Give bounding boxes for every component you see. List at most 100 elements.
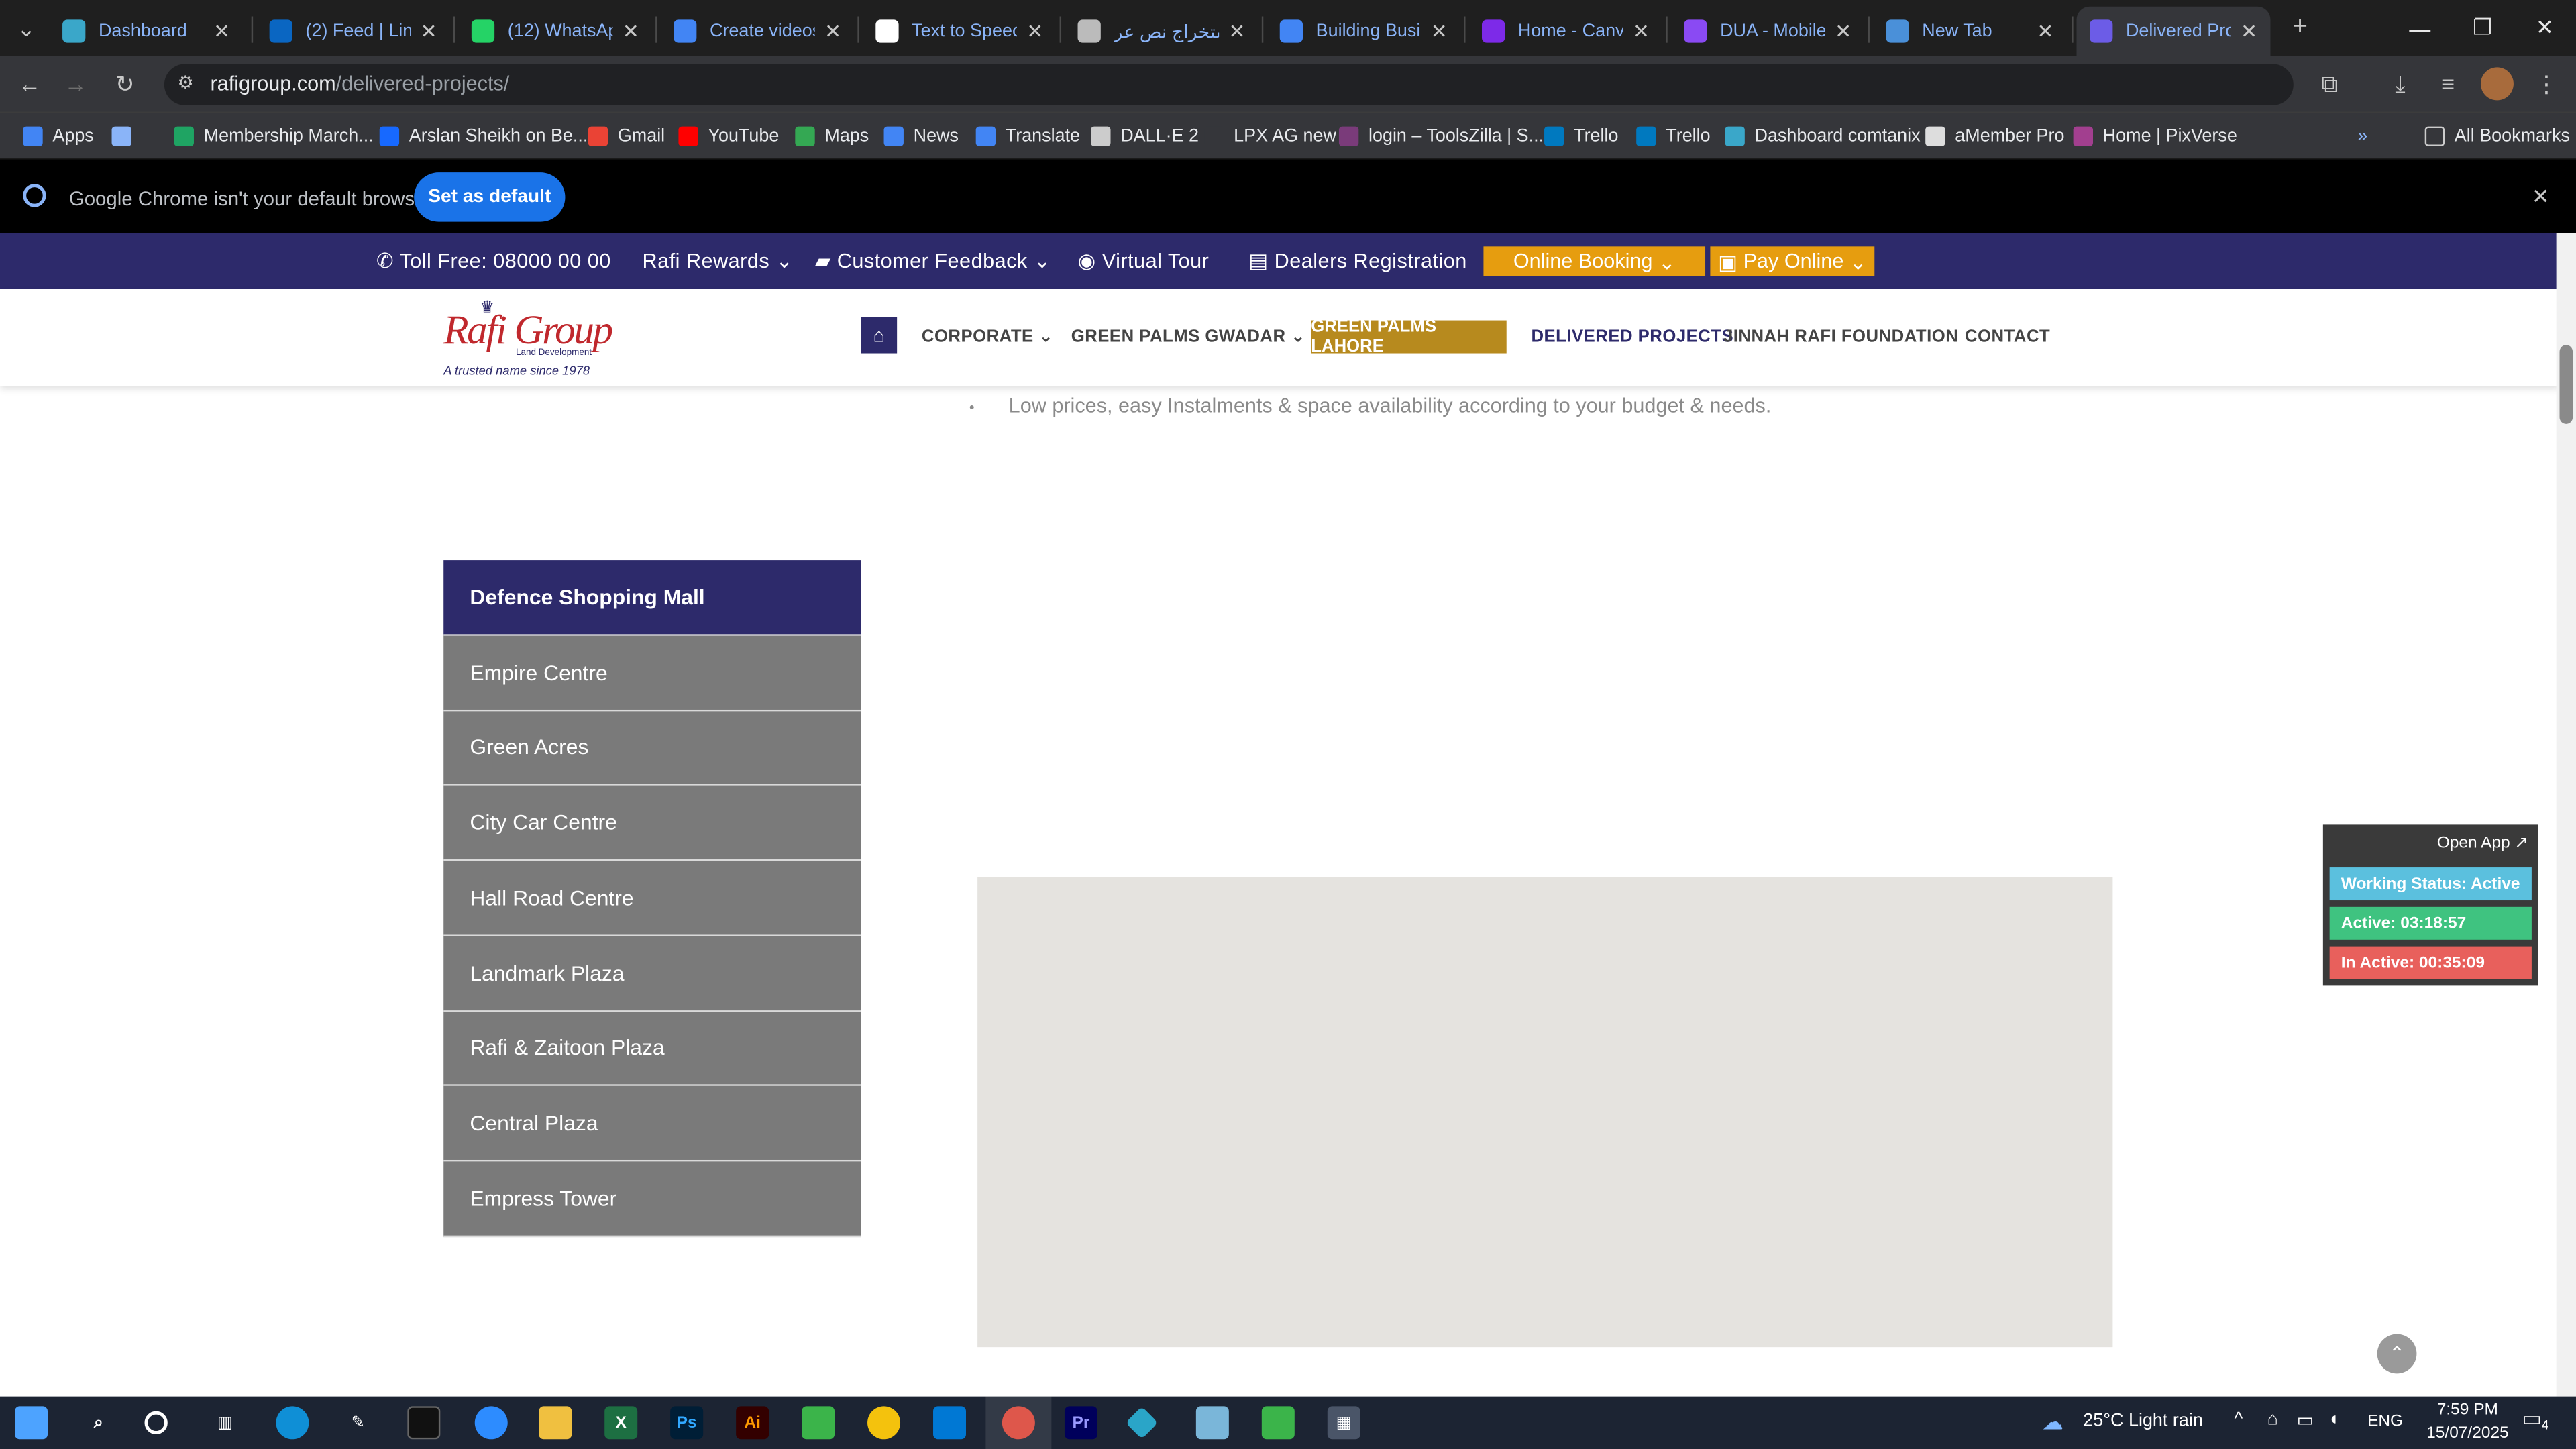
browser-tab[interactable]: استخراج نص عر ✕ [1065, 7, 1258, 56]
nav-jinnah-rafi-foundation[interactable]: JINNAH RAFI FOUNDATION [1723, 327, 1958, 346]
cortana-icon[interactable] [144, 1411, 168, 1434]
display-icon[interactable]: ▭ [2297, 1409, 2314, 1431]
address-bar[interactable]: ⚙ rafigroup.com/delivered-projects/ [164, 64, 2294, 105]
extensions-icon[interactable]: ⧉ [2313, 67, 2346, 100]
chrome-icon[interactable] [867, 1406, 901, 1440]
nav-green-palms-lahore[interactable]: GREEN PALMS LAHORE [1311, 317, 1507, 356]
customer-feedback-menu[interactable]: ▰ Customer Feedback ⌄ [815, 248, 1051, 272]
notification-icon[interactable]: ▭ [2522, 1406, 2542, 1432]
dealers-registration-link[interactable]: ▤ Dealers Registration [1248, 248, 1467, 272]
weather-text[interactable]: 25°C Light rain [2083, 1411, 2203, 1431]
bookmark-item[interactable]: Home | PixVerse [2073, 123, 2237, 150]
terminal-icon[interactable] [407, 1406, 441, 1440]
project-list-item[interactable]: Green Acres [443, 710, 861, 786]
bookmark-item[interactable]: LPX AG new [1204, 123, 1336, 150]
virtual-tour-link[interactable]: ◉ Virtual Tour [1078, 248, 1210, 272]
volume-icon[interactable]: ◖ [2328, 1409, 2339, 1429]
network-icon[interactable]: ⌂ [2267, 1409, 2278, 1429]
tab-close-icon[interactable]: ✕ [824, 19, 841, 42]
app-green2-icon[interactable] [1261, 1406, 1295, 1440]
excel-icon[interactable]: X [604, 1406, 638, 1440]
zoom-icon[interactable] [474, 1406, 508, 1440]
premiere-icon[interactable]: Pr [1064, 1406, 1097, 1440]
pen-icon[interactable]: ✎ [341, 1406, 374, 1439]
back-icon[interactable]: ← [13, 67, 46, 100]
vscode-icon[interactable] [933, 1406, 967, 1440]
project-list-item[interactable]: Central Plaza [443, 1086, 861, 1162]
bookmark-item[interactable] [111, 123, 142, 150]
tab-close-icon[interactable]: ✕ [1026, 19, 1043, 42]
tab-search-icon[interactable]: ⌄ [10, 11, 43, 44]
browser-tab[interactable]: Home - Canva ✕ [1468, 7, 1662, 56]
project-list-item[interactable]: Landmark Plaza [443, 936, 861, 1012]
new-tab-button[interactable]: + [2284, 11, 2316, 44]
profile-avatar[interactable] [2480, 67, 2514, 101]
bookmark-item[interactable]: Maps [795, 123, 869, 150]
tab-close-icon[interactable]: ✕ [1229, 19, 1246, 42]
edge-icon[interactable] [276, 1406, 309, 1440]
minimize-button[interactable]: — [2389, 0, 2451, 56]
bookmark-item[interactable]: login – ToolsZilla | S... [1338, 123, 1544, 150]
photoshop-icon[interactable]: Ps [670, 1406, 704, 1440]
clock-time[interactable]: 7:59 PM [2426, 1401, 2508, 1419]
media-icon[interactable]: ≡ [2431, 67, 2464, 100]
bookmark-item[interactable]: News [883, 123, 959, 150]
nav-green-palms-gwadar[interactable]: GREEN PALMS GWADAR ⌄ [1071, 327, 1305, 346]
search-icon[interactable]: ⌕ [82, 1406, 115, 1439]
windows-start-icon[interactable] [15, 1406, 48, 1440]
tab-close-icon[interactable]: ✕ [213, 19, 230, 42]
bookmark-item[interactable]: Trello [1636, 123, 1711, 150]
map-embed[interactable] [977, 877, 2113, 1348]
tab-close-icon[interactable]: ✕ [2241, 19, 2257, 42]
browser-tab[interactable]: DUA - Mobile ✕ [1671, 7, 1865, 56]
all-bookmarks-button[interactable]: All Bookmarks [2424, 123, 2570, 150]
bookmark-item[interactable]: Apps [23, 123, 94, 150]
scroll-to-top-icon[interactable]: ⌃ [2377, 1334, 2417, 1374]
task-view-icon[interactable]: ▥ [209, 1406, 241, 1439]
bookmarks-overflow-icon[interactable]: » [2357, 123, 2367, 150]
illustrator-icon[interactable]: Ai [736, 1406, 769, 1440]
tab-close-icon[interactable]: ✕ [1835, 19, 1851, 42]
bookmark-item[interactable]: Dashboard comtanix [1725, 123, 1921, 150]
online-booking-menu[interactable]: Online Booking ⌄ [1483, 246, 1706, 276]
nav-corporate[interactable]: CORPORATE ⌄ [922, 327, 1053, 346]
browser-tab[interactable]: (12) WhatsApp ✕ [458, 7, 652, 56]
site-logo[interactable]: ♛ Rafi Group Land Development A trusted … [443, 299, 624, 378]
clock-date[interactable]: 15/07/2025 [2426, 1424, 2509, 1442]
restore-button[interactable]: ❐ [2451, 0, 2514, 56]
forward-icon[interactable]: → [59, 67, 92, 100]
language-indicator[interactable]: ENG [2367, 1413, 2403, 1431]
site-info-icon[interactable]: ⚙ [177, 72, 193, 93]
project-list-item[interactable]: Rafi & Zaitoon Plaza [443, 1011, 861, 1087]
chrome-menu-icon[interactable]: ⋮ [2530, 67, 2563, 100]
project-list-item[interactable]: City Car Centre [443, 786, 861, 861]
home-icon[interactable]: ⌂ [861, 317, 898, 354]
browser-tab[interactable]: Text to Speech ✕ [863, 7, 1057, 56]
app-book-icon[interactable] [1195, 1406, 1229, 1440]
tab-close-icon[interactable]: ✕ [421, 19, 437, 42]
tollfree-link[interactable]: ✆ Toll Free: 08000 00 00 [376, 248, 611, 272]
browser-tab[interactable]: Delivered Proje ✕ [2076, 6, 2271, 56]
calculator-icon[interactable]: ▦ [1327, 1406, 1360, 1440]
bookmark-item[interactable]: Translate [975, 123, 1080, 150]
scrollbar-thumb[interactable] [2559, 345, 2573, 424]
bookmark-item[interactable]: Membership March... [174, 123, 374, 150]
bookmark-item[interactable]: Arslan Sheikh on Be... [379, 123, 588, 150]
close-infobar-icon[interactable]: ✕ [2532, 184, 2550, 210]
browser-tab[interactable]: (2) Feed | Linke ✕ [256, 7, 450, 56]
page-scrollbar[interactable] [2556, 233, 2576, 1397]
open-app-link[interactable]: Open App ↗ [2437, 835, 2528, 853]
browser-tab[interactable]: Create videos | ✕ [660, 7, 854, 56]
bookmark-item[interactable]: YouTube [678, 123, 779, 150]
file-explorer-icon[interactable] [539, 1406, 572, 1440]
project-list-item[interactable]: Empire Centre [443, 635, 861, 711]
weather-icon[interactable]: ☁ [2042, 1409, 2063, 1436]
tab-close-icon[interactable]: ✕ [1431, 19, 1448, 42]
bookmark-item[interactable]: Trello [1544, 123, 1619, 150]
tab-close-icon[interactable]: ✕ [623, 19, 639, 42]
project-list-item[interactable]: Hall Road Centre [443, 861, 861, 936]
nav-contact[interactable]: CONTACT [1965, 327, 2050, 346]
close-window-button[interactable]: ✕ [2514, 0, 2576, 56]
tab-close-icon[interactable]: ✕ [1633, 19, 1650, 42]
project-list-item[interactable]: Empress Tower [443, 1161, 861, 1237]
